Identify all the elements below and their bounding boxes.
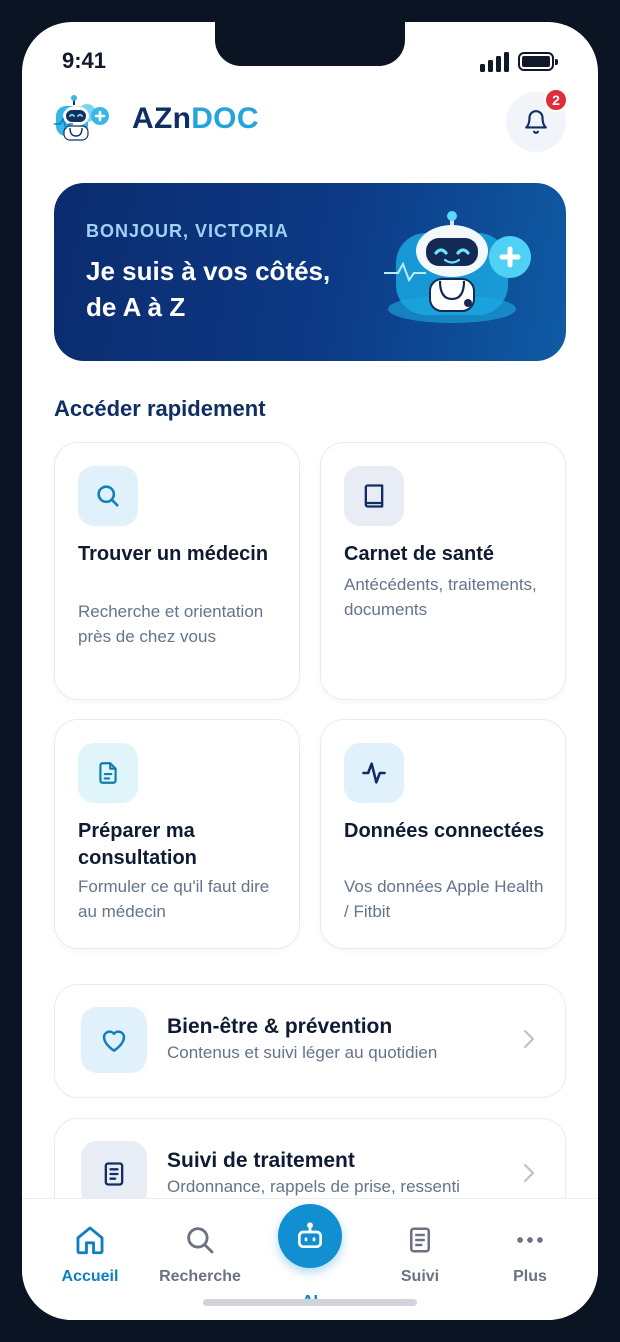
- book-icon: [344, 466, 404, 526]
- chevron-right-icon: [523, 1029, 535, 1049]
- tab-label: Suivi: [400, 1268, 440, 1285]
- tab-label: Plus: [513, 1268, 547, 1285]
- card-description: Formuler ce qu'il faut dire au médecin: [78, 877, 270, 921]
- bell-icon: [525, 110, 547, 134]
- list-item-title: Bien-être & prévention: [167, 1015, 393, 1038]
- welcome-banner: BONJOUR, VICTORIA Je suis à vos côtés, d…: [54, 183, 566, 361]
- signal-icon: [480, 52, 510, 72]
- tab-home[interactable]: Accueil: [40, 1223, 140, 1286]
- list-item-title: Suivi de traitement: [167, 1149, 355, 1172]
- card-title: Données connectées: [344, 820, 545, 842]
- search-icon: [78, 466, 138, 526]
- search-icon: [187, 1227, 214, 1254]
- list-item-wellbeing[interactable]: Bien-être & prévention Contenus et suivi…: [54, 984, 566, 1098]
- card-connected-data[interactable]: Données connectées Vos données Apple Hea…: [320, 719, 566, 949]
- tab-label: Recherche: [159, 1268, 241, 1285]
- tab-label: Accueil: [61, 1268, 119, 1285]
- card-health-record[interactable]: Carnet de santé Antécédents, traitements…: [320, 442, 566, 700]
- activity-icon: [344, 743, 404, 803]
- robot-mascot-illustration: [384, 211, 531, 323]
- document-icon: [78, 743, 138, 803]
- notification-badge: 2: [544, 88, 568, 112]
- brand-name-part2: DOC: [191, 102, 259, 135]
- brand-name-part1: AZn: [132, 102, 192, 135]
- robot-doctor-icon: [54, 95, 109, 141]
- list-item-description: Ordonnance, rappels de prise, ressenti: [167, 1177, 460, 1196]
- phone-frame: 9:41 AZnDOC 2 BONJOUR, VICTORIA Je suis …: [0, 0, 620, 1342]
- tab-ai[interactable]: [278, 1204, 342, 1268]
- battery-icon: [518, 52, 558, 71]
- app-brand: AZnDOC: [132, 102, 259, 136]
- card-find-doctor[interactable]: Trouver un médecin Recherche et orientat…: [54, 442, 300, 700]
- card-description: Recherche et orientation près de chez vo…: [78, 602, 264, 646]
- home-indicator: [203, 1299, 417, 1306]
- card-title: Trouver un médecin: [78, 543, 269, 565]
- card-description: Antécédents, traitements, documents: [344, 575, 537, 619]
- tab-more[interactable]: Plus: [480, 1223, 580, 1286]
- hero-title-line1: Je suis à vos côtés,: [86, 256, 331, 286]
- app-screen: 9:41 AZnDOC 2 BONJOUR, VICTORIA Je suis …: [22, 22, 598, 1320]
- hero-title-line2: de A à Z: [86, 292, 186, 322]
- card-prepare-consultation[interactable]: Préparer ma consultation Formuler ce qu'…: [54, 719, 300, 949]
- more-icon: [517, 1237, 543, 1243]
- heart-icon: [81, 1007, 147, 1073]
- quick-access-title: Accéder rapidement: [54, 396, 266, 421]
- chevron-right-icon: [523, 1163, 535, 1183]
- card-title: Préparer ma consultation: [78, 820, 197, 869]
- list-item-description: Contenus et suivi léger au quotidien: [167, 1043, 438, 1062]
- hero-title: Je suis à vos côtés, de A à Z: [86, 253, 376, 325]
- greeting-text: BONJOUR, VICTORIA: [86, 221, 289, 241]
- tab-search[interactable]: Recherche: [150, 1223, 250, 1286]
- robot-icon: [298, 1222, 322, 1248]
- home-icon: [76, 1226, 104, 1255]
- status-time: 9:41: [62, 48, 107, 73]
- tab-follow-up[interactable]: Suivi: [370, 1223, 470, 1286]
- device-notch: [215, 22, 405, 66]
- clipboard-icon: [410, 1227, 430, 1253]
- card-description: Vos données Apple Health / Fitbit: [344, 877, 544, 921]
- card-title: Carnet de santé: [344, 543, 495, 565]
